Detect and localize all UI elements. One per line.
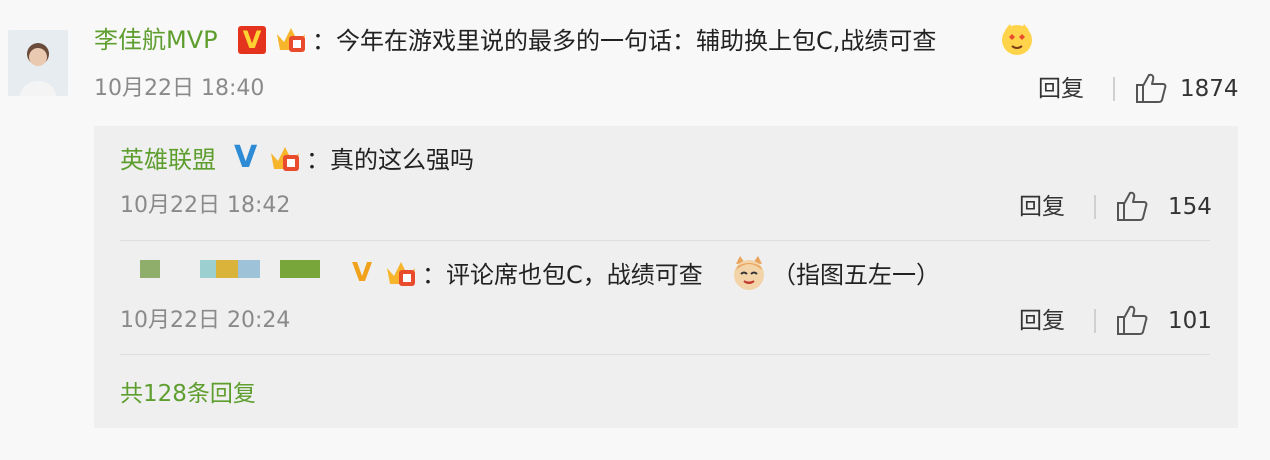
reply-text: ：评论席也包C，战绩可查 bbox=[422, 261, 703, 289]
more-replies-link[interactable]: 共128条回复 bbox=[120, 380, 256, 408]
reply-button[interactable]: 回复 bbox=[1019, 308, 1065, 334]
like-count: 154 bbox=[1168, 194, 1212, 220]
reply-button[interactable]: 回复 bbox=[1038, 76, 1084, 102]
crown-member-icon bbox=[274, 24, 308, 58]
divider bbox=[1094, 309, 1096, 333]
comment-author[interactable]: 李佳航MVP bbox=[94, 26, 218, 54]
reply-text: ：真的这么强吗 bbox=[306, 146, 474, 174]
avatar[interactable] bbox=[8, 30, 68, 96]
reply-text-suffix: （指图五左一） bbox=[772, 261, 940, 289]
comment-time: 10月22日 18:40 bbox=[94, 76, 265, 101]
crown-member-icon bbox=[384, 258, 418, 292]
reply-divider bbox=[120, 354, 1210, 355]
divider bbox=[1094, 195, 1096, 219]
divider bbox=[1113, 77, 1115, 101]
verified-icon: V bbox=[234, 140, 258, 175]
thumbs-up-icon[interactable] bbox=[1134, 72, 1168, 108]
reply-divider bbox=[120, 240, 1210, 241]
blurred-username[interactable] bbox=[120, 260, 330, 280]
reply-time: 10月22日 20:24 bbox=[120, 308, 291, 333]
like-count: 1874 bbox=[1180, 76, 1239, 102]
reply-time: 10月22日 18:42 bbox=[120, 193, 291, 218]
comment-text: ：今年在游戏里说的最多的一句话：辅助换上包C,战绩可查 bbox=[312, 27, 937, 55]
reply-button[interactable]: 回复 bbox=[1019, 194, 1065, 220]
cat-emoji-icon bbox=[730, 254, 768, 296]
reply-author[interactable]: 英雄联盟 bbox=[120, 146, 216, 174]
thumbs-up-icon[interactable] bbox=[1115, 190, 1149, 226]
verified-icon: V bbox=[238, 26, 266, 54]
like-count: 101 bbox=[1168, 308, 1212, 334]
crown-member-icon bbox=[268, 143, 302, 177]
verified-icon: V bbox=[352, 258, 373, 288]
thumbs-up-icon[interactable] bbox=[1115, 304, 1149, 340]
emoji-icon bbox=[1000, 22, 1034, 60]
